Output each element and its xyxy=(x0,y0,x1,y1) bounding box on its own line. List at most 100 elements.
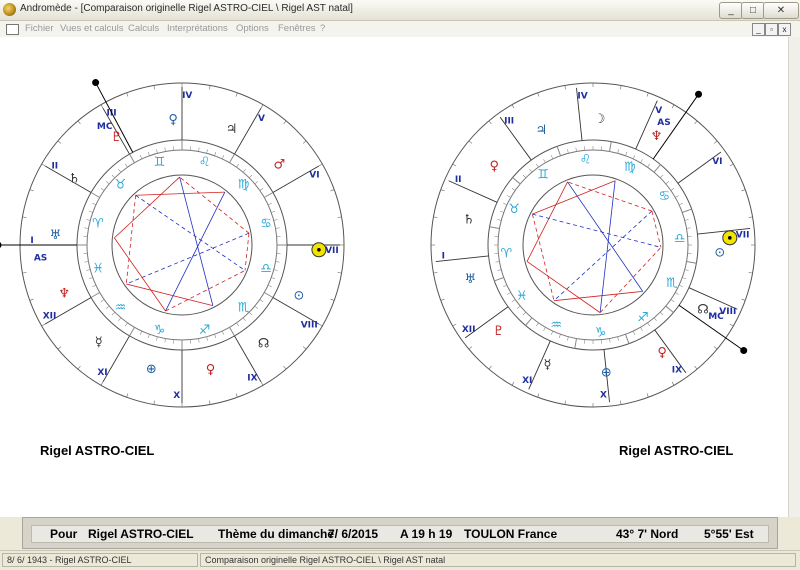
degree-tick xyxy=(85,261,89,262)
house-number: IX xyxy=(247,373,257,383)
outer-tick xyxy=(42,164,45,166)
outer-tick xyxy=(303,141,306,144)
planet-glyph: ⊕ xyxy=(146,362,157,377)
status-left: 8/ 6/ 1943 - Rigel ASTRO-CIEL xyxy=(2,553,198,567)
planet-glyph: ☊ xyxy=(697,303,709,318)
planet-glyph: ♄ xyxy=(463,213,475,228)
degree-tick xyxy=(666,181,669,184)
degree-tick xyxy=(500,211,504,212)
minimize-button[interactable]: _ xyxy=(719,2,743,19)
degree-tick xyxy=(654,318,657,321)
outer-tick xyxy=(489,121,492,124)
degree-tick xyxy=(679,285,683,287)
outer-tick xyxy=(284,366,287,369)
outer-tick xyxy=(672,105,674,108)
outer-tick xyxy=(101,382,103,385)
degree-tick xyxy=(243,318,246,321)
degree-tick xyxy=(671,188,674,190)
aspect-line xyxy=(527,261,600,312)
mdi-restore-button[interactable]: ▫ xyxy=(765,23,778,36)
degree-tick xyxy=(118,169,121,172)
planet-glyph: ♄ xyxy=(68,172,80,187)
zodiac-sign: ♌ xyxy=(580,152,592,167)
maximize-button[interactable]: □ xyxy=(741,2,765,19)
aspect-line xyxy=(568,182,652,211)
zodiac-ring xyxy=(77,140,287,350)
degree-tick xyxy=(222,331,224,335)
axis-arrow-icon xyxy=(0,242,2,249)
window-title: Andromède - [Comparaison originelle Rige… xyxy=(20,3,353,14)
outer-tick xyxy=(261,382,263,385)
outer-tick xyxy=(30,299,34,300)
planet-glyph: ♆ xyxy=(58,287,70,302)
vertical-scrollbar[interactable] xyxy=(788,37,800,517)
aspect-line xyxy=(532,214,661,247)
degree-tick xyxy=(523,312,526,315)
menu-interpretations[interactable]: Interprétations xyxy=(167,23,228,34)
outer-tick xyxy=(695,121,698,124)
aspect-line xyxy=(136,195,245,270)
outer-tick xyxy=(749,217,753,218)
document-icon[interactable] xyxy=(6,24,19,35)
menu-fichier[interactable]: Fichier xyxy=(25,23,54,34)
outer-tick xyxy=(749,272,753,273)
close-button[interactable]: ✕ xyxy=(763,2,799,19)
angle-label: MC xyxy=(708,312,724,322)
zodiac-sign: ♒ xyxy=(550,318,562,333)
outer-tick xyxy=(647,393,648,397)
degree-ring xyxy=(498,150,688,340)
zodiac-sign: ♍ xyxy=(624,160,636,175)
zodiac-sign: ♈ xyxy=(501,247,513,262)
menu-calculs[interactable]: Calculs xyxy=(128,23,159,34)
degree-tick xyxy=(148,152,149,156)
menu-fenetres[interactable]: Fenêtres xyxy=(278,23,316,34)
outer-tick xyxy=(453,324,456,326)
degree-tick xyxy=(260,188,263,190)
menu-options[interactable]: Options xyxy=(236,23,269,34)
menu-help[interactable]: ? xyxy=(320,23,325,34)
mdi-minimize-button[interactable]: _ xyxy=(752,23,765,36)
degree-tick xyxy=(544,327,546,330)
outer-tick xyxy=(441,299,445,300)
degree-tick xyxy=(685,219,689,220)
planet-glyph: ⊙ xyxy=(293,289,304,304)
house-number: IV xyxy=(182,91,192,101)
outer-tick xyxy=(730,324,733,326)
degree-tick xyxy=(675,196,678,198)
outer-tick xyxy=(512,105,514,108)
planet-glyph: ☊ xyxy=(258,336,270,351)
outer-tick xyxy=(441,190,445,191)
aspect-line xyxy=(126,195,135,284)
outer-tick xyxy=(236,393,237,397)
degree-tick xyxy=(633,331,635,335)
inner-ring xyxy=(523,175,663,315)
info-bar: Pour Rigel ASTRO-CIEL Thème du dimanche … xyxy=(22,517,778,549)
outer-tick xyxy=(303,347,306,350)
house-number: X xyxy=(173,391,180,401)
house-number: X xyxy=(600,391,607,401)
degree-tick xyxy=(92,203,96,205)
outer-tick xyxy=(512,382,514,385)
house-number: XII xyxy=(462,325,476,335)
mdi-close-button[interactable]: x xyxy=(778,23,791,36)
info-panel: Pour Rigel ASTRO-CIEL Thème du dimanche … xyxy=(31,525,769,543)
degree-tick xyxy=(89,277,93,278)
degree-tick xyxy=(148,334,149,338)
outer-tick xyxy=(730,164,733,166)
degree-tick xyxy=(666,306,674,312)
outer-tick xyxy=(78,366,81,369)
degree-tick xyxy=(507,196,510,198)
planet-glyph: ♃ xyxy=(536,123,548,138)
angle-label: AS xyxy=(657,118,670,128)
outer-tick xyxy=(714,141,717,144)
house-number: VI xyxy=(712,157,722,167)
degree-tick xyxy=(92,285,96,287)
zodiac-sign: ♊ xyxy=(154,155,166,170)
degree-tick xyxy=(512,299,515,301)
zodiac-sign: ♓ xyxy=(516,289,528,304)
menu-vues-et-calculs[interactable]: Vues et calculs xyxy=(60,23,124,34)
degree-tick xyxy=(91,193,100,198)
degree-tick xyxy=(86,270,90,271)
degree-tick xyxy=(255,181,258,184)
degree-tick xyxy=(497,219,501,220)
